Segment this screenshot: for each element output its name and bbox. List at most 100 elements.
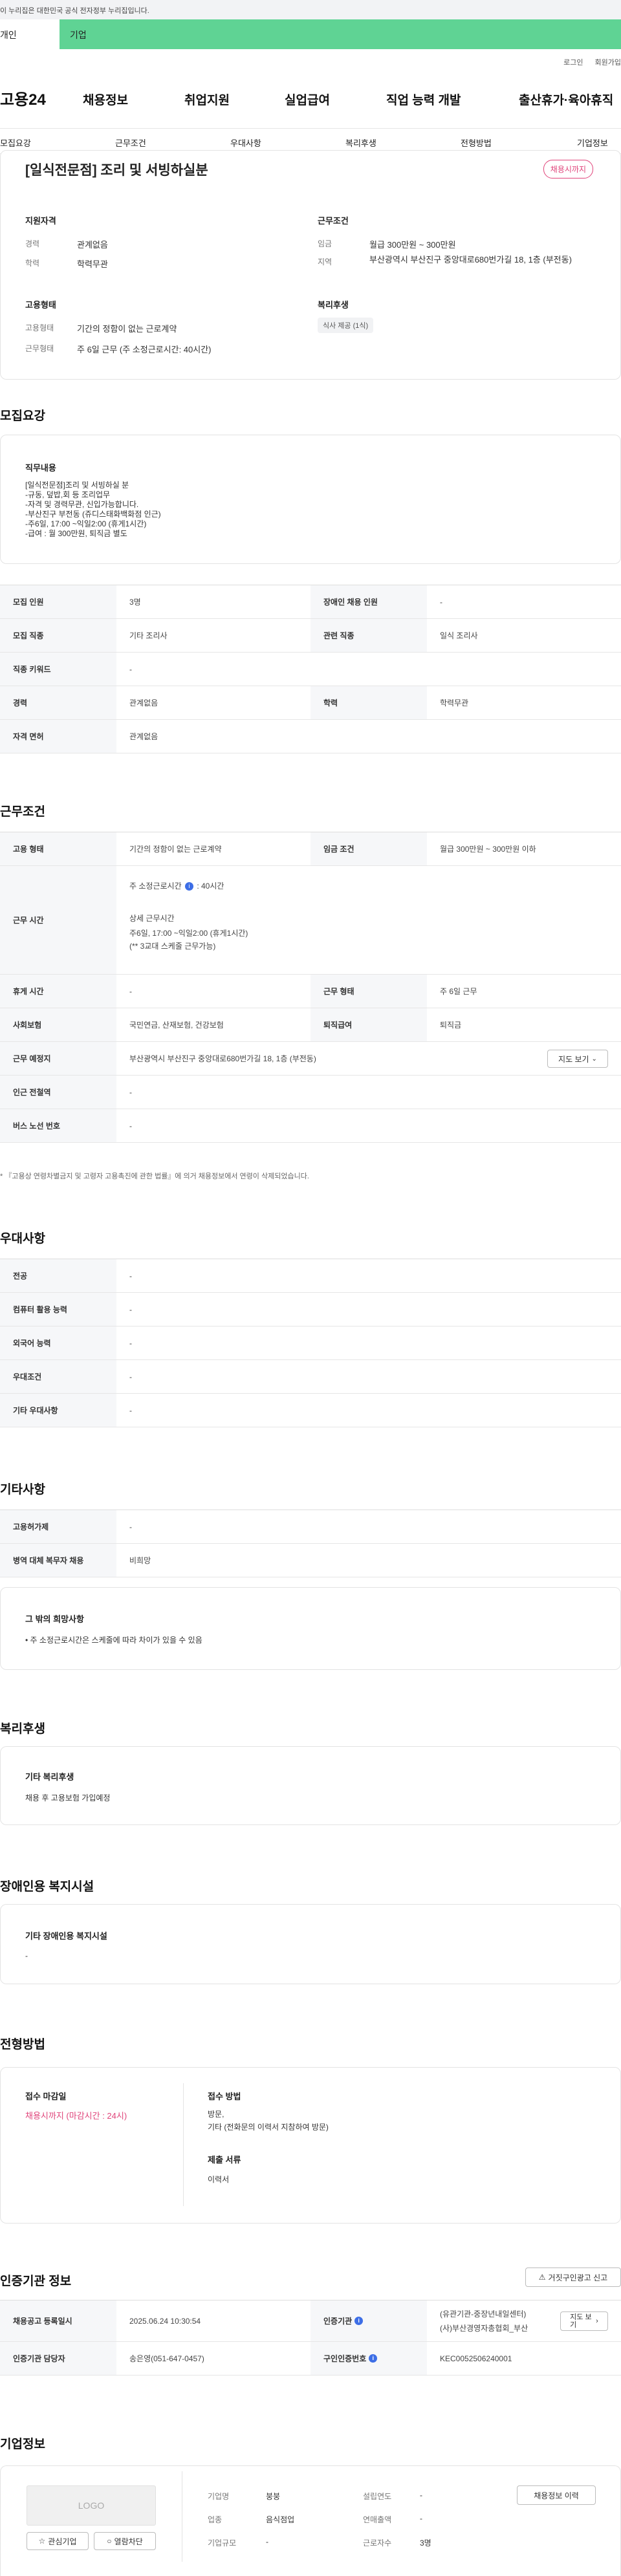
table-row: 직종 키워드 - [0,653,621,686]
td-job: 기타 조리사 [129,631,168,640]
age-note: * 『고용상 연령차별금지 및 고령자 고용촉진에 관한 법률』에 의거 채용정… [0,1173,309,1180]
hours-top: 주 소정근로시간 i : 40시간 [129,882,224,891]
hours-detail: 주6일, 17:00 ~익일2:00 (휴게1시간) (** 3교대 스케줄 근… [129,929,248,951]
th-hours: 근무 시간 [0,866,116,974]
gnb-job-training[interactable]: 직업 능력 개발 [386,91,461,108]
table-row: 사회보험 국민연금, 산재보험, 건강보험 퇴직급여 퇴직금 [0,1008,621,1042]
gov-banner: 이 누리집은 대한민국 공식 전자정부 누리집입니다. [0,0,621,19]
table-row: 채용공고 등록일시 2025.06.24 10:30:54 인증기관 i (유관기… [0,2300,621,2342]
th-bus: 버스 노선 번호 [0,1109,116,1142]
welfare-other-head: 기타 복리후생 [25,1772,74,1782]
th-wage: 임금 조건 [310,832,427,865]
edu-label: 학력 [25,259,40,268]
block-view-button[interactable]: ○ 열람차단 [94,2532,156,2550]
edu-value: 학력무관 [77,259,108,269]
map-button[interactable]: 지도 보기 ⌄ [547,1050,608,1068]
td-keyword: - [129,664,132,674]
td-place: 부산광역시 부산진구 중앙대로680번가길 18, 1층 (부전동) [129,1054,316,1063]
disability-text: - [25,1951,28,1960]
duty-text: [일식전문점]조리 및 서빙하실 분 -규동, 덮밥,회 등 조리업무 -자격 … [25,481,161,538]
alert-icon: ⚠ [538,2273,546,2282]
th-emp: 고용 형태 [0,832,116,865]
gnb-employment-support[interactable]: 취업지원 [184,91,230,108]
welfare-head: 복리후생 [318,300,349,310]
pref-title: 우대사항 [0,1232,45,1246]
table-row: 버스 노선 번호 - [0,1109,621,1143]
wish-head: 그 밖의 희망사항 [25,1614,84,1624]
welfare-tag: 식사 제공 (1식) [318,318,374,333]
th-keyword: 직종 키워드 [0,653,116,686]
th-place: 근무 예정지 [0,1042,116,1075]
tab-corporate[interactable]: 기업 [60,19,621,49]
table-row: 고용허가제 - [0,1510,621,1544]
welfare-text: 채용 후 고용보험 가입예정 [25,1793,111,1802]
job-title: [일식전문점] 조리 및 서빙하실분 [25,163,208,178]
disability-card: 기타 장애인용 복지시설 - [0,1904,621,1984]
subnav-process[interactable]: 전형방법 [461,136,492,149]
process-title: 전형방법 [0,2038,45,2051]
util-links: 로그인 회원가입 [563,57,621,67]
info-icon[interactable]: i [369,2354,378,2363]
welfare-card: 기타 복리후생 채용 후 고용보험 가입예정 [0,1746,621,1825]
work-title: 근무조건 [0,805,45,819]
wish-card: 그 밖의 희망사항 • 주 소정근로시간은 스케줄에 따라 차이가 있을 수 있… [0,1587,621,1670]
td-career: 관계없음 [129,698,158,708]
subnav-company[interactable]: 기업정보 [577,136,608,149]
td-station: - [129,1087,132,1097]
table-row: 모집 직종 기타 조리사 관련 직종 일식 조리사 [0,619,621,653]
history-button[interactable]: 채용정보 이력 [517,2485,596,2505]
table-row: 근무 예정지 부산광역시 부산진구 중앙대로680번가길 18, 1층 (부전동… [0,1042,621,1076]
company-title: 기업정보 [0,2438,45,2451]
summary-card: [일식전문점] 조리 및 서빙하실분 채용시까지 지원자격 경력 관계없음 학력… [0,150,621,380]
subnav-welfare[interactable]: 복리후생 [345,136,376,149]
worktype-label: 근무형태 [25,344,54,353]
th-career: 경력 [0,686,116,719]
circle-icon: ○ [107,2537,112,2546]
th-disabled-hire: 장애인 채용 인원 [310,585,427,618]
wage-label: 임금 [318,239,332,248]
chevron-right-icon: › [596,2317,598,2325]
table-row: 우대조건 - [0,1360,621,1394]
tab-individual[interactable]: 개인 [0,19,60,49]
th-cert-no: 구인인증번호 i [310,2342,427,2375]
table-row: 외국어 능력 - [0,1326,621,1360]
subnav-work[interactable]: 근무조건 [115,136,146,149]
fav-company-button[interactable]: ☆ 관심기업 [27,2532,89,2550]
gnb-parental-leave[interactable]: 출산휴가·육아휴직 [519,91,613,108]
gnb-unemployment-benefit[interactable]: 실업급여 [285,91,330,108]
site-logo[interactable]: 고용24 [0,87,46,109]
recruit-title: 모집요강 [0,409,45,423]
td-wtype: 주 6일 근무 [440,987,477,996]
deadline-head: 접수 마감일 [25,2092,67,2101]
login-link[interactable]: 로그인 [563,57,583,67]
method-head: 접수 방법 [208,2092,241,2101]
signup-link[interactable]: 회원가입 [595,57,621,67]
td-license: 관계없음 [129,732,158,741]
divider [183,2083,184,2206]
table-row: 모집 인원 3명 장애인 채용 인원 - [0,585,621,619]
method-value: 방문, 기타 (전화문의 이력서 지참하여 방문) [208,2110,329,2132]
gnb-jobs[interactable]: 채용정보 [83,91,128,108]
qual-head: 지원자격 [25,216,56,226]
th-insurance: 사회보험 [0,1008,116,1041]
th-rest: 휴게 시간 [0,975,116,1008]
career-label: 경력 [25,239,40,248]
cert-map-button[interactable]: 지도 보기 › [560,2311,608,2331]
th-edu: 학력 [310,686,427,719]
table-row: 기타 우대사항 - [0,1394,621,1427]
td-headcount: 3명 [129,598,141,607]
info-icon[interactable]: i [354,2317,364,2325]
wage-value: 월급 300만원 ~ 300만원 [369,240,456,250]
th-job: 모집 직종 [0,619,116,652]
chevron-down-icon: ⌄ [591,1055,597,1063]
report-button[interactable]: ⚠ 거짓구인광고 신고 [525,2268,621,2287]
subnav-pref[interactable]: 우대사항 [230,136,261,149]
td-bus: - [129,1121,132,1131]
region-label: 지역 [318,257,332,266]
cond-head: 근무조건 [318,216,349,226]
status-badge: 채용시까지 [543,160,593,179]
info-icon[interactable]: i [184,882,193,891]
td-insurance: 국민연금, 산재보험, 건강보험 [129,1021,224,1030]
subnav-recruit[interactable]: 모집요강 [0,136,31,149]
table-row: 고용 형태 기간의 정함이 없는 근로계약 임금 조건 월급 300만원 ~ 3… [0,832,621,866]
